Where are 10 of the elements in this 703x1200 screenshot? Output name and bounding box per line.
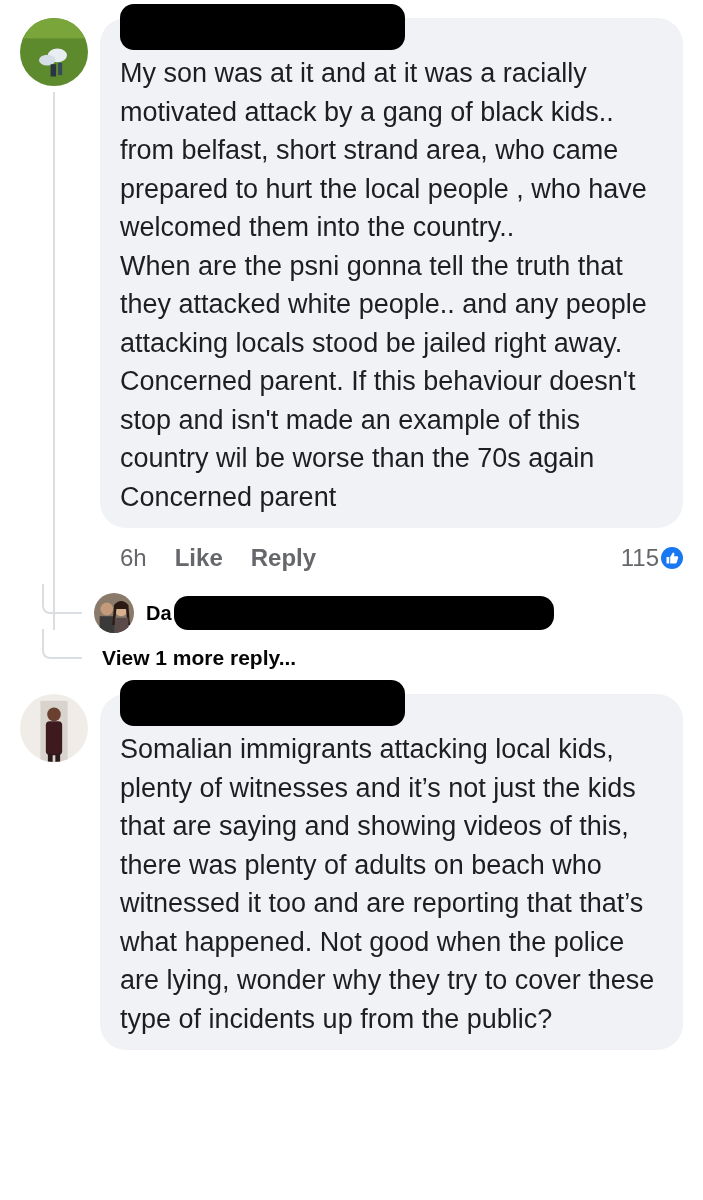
reply-link[interactable]: Reply: [250, 544, 317, 572]
author-name[interactable]: Da: [146, 601, 172, 625]
view-more-replies-link[interactable]: View 1 more reply...: [102, 646, 297, 670]
thread-connector: [42, 629, 82, 659]
comment-text: Somalian immigrants attacking local kids, plenty of witnesses and it’s not just the kids that are saying and showing videos of this, there was plenty of adults on beach who witnessed it too and are reporting that that’s what happened. Not good when the police are lying, wonder why they try to cover these type of incidents up from the public?: [120, 733, 656, 1036]
comment-text: My son was at it and at it was a racially motivated attack by a gang of black kids.. from belfast, short strand area, who came prepared to hurt the local people , who have welcomed them into the country.. When are the psni gonna tell the truth that they attacked white people.. and any people attacking locals stood be jailed right away. Concerned parent. If this behaviour doesn't stop and isn't made an example of this country wil be worse than the 70s again Concerned parent: [120, 57, 648, 514]
timestamp: 6h: [120, 544, 147, 572]
reaction-count: 115: [620, 544, 659, 572]
like-link[interactable]: Like: [174, 544, 223, 572]
thumbs-up-icon: [661, 547, 683, 569]
